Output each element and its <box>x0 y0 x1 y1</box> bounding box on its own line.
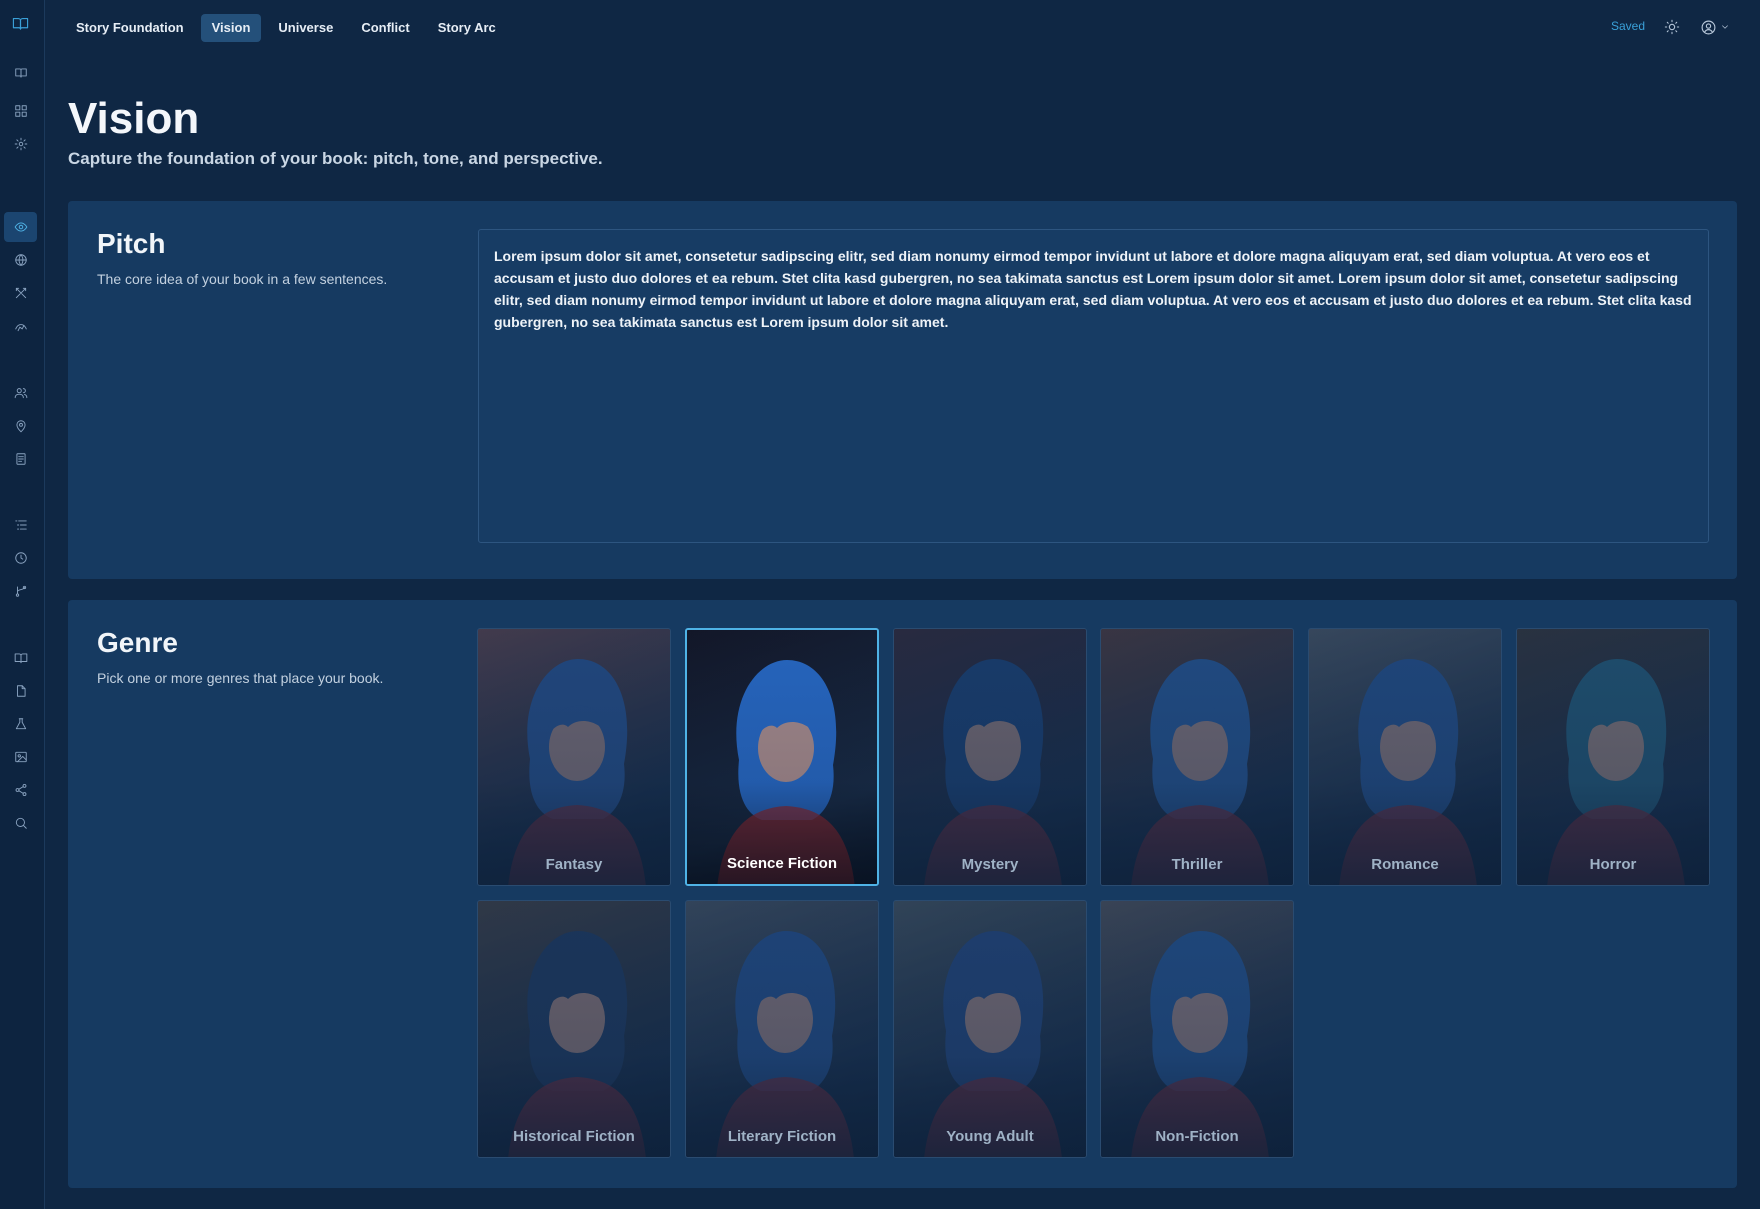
tab-vision[interactable]: Vision <box>200 14 262 42</box>
pitch-section: Pitch The core idea of your book in a fe… <box>68 201 1737 579</box>
genre-description: Pick one or more genres that place your … <box>97 670 384 686</box>
dashboard-icon[interactable] <box>4 96 37 126</box>
globe-icon[interactable] <box>4 245 37 275</box>
sun-icon[interactable] <box>1664 16 1680 38</box>
genre-label: Fantasy <box>545 856 603 873</box>
card-overlay <box>1309 629 1501 885</box>
genre-card-horror[interactable]: Horror <box>1516 628 1710 886</box>
genre-label: Non-Fiction <box>1155 1128 1239 1145</box>
genre-label: Mystery <box>961 856 1019 873</box>
top-bar: Story Foundation Vision Universe Conflic… <box>45 0 1760 54</box>
genre-label: Historical Fiction <box>513 1128 635 1145</box>
pitch-description: The core idea of your book in a few sent… <box>97 271 388 287</box>
tab-story-arc[interactable]: Story Arc <box>427 14 507 42</box>
genre-card-historical-fiction[interactable]: Historical Fiction <box>477 900 671 1158</box>
tab-bar: Story Foundation Vision Universe Conflic… <box>65 14 507 42</box>
genre-card-mystery[interactable]: Mystery <box>893 628 1087 886</box>
genre-section: Genre Pick one or more genres that place… <box>68 600 1737 1188</box>
card-overlay <box>686 901 878 1157</box>
user-menu-icon[interactable] <box>1700 16 1730 38</box>
card-overlay <box>478 629 670 885</box>
users-icon[interactable] <box>4 378 37 408</box>
sidebar <box>0 0 45 1209</box>
genre-label: Young Adult <box>946 1128 1034 1145</box>
card-overlay <box>687 630 877 884</box>
eye-icon[interactable] <box>4 212 37 242</box>
genre-label: Thriller <box>1171 856 1223 873</box>
genre-card-literary-fiction[interactable]: Literary Fiction <box>685 900 879 1158</box>
clock-icon[interactable] <box>4 543 37 573</box>
genre-card-fantasy[interactable]: Fantasy <box>477 628 671 886</box>
file-icon[interactable] <box>4 676 37 706</box>
genre-card-non-fiction[interactable]: Non-Fiction <box>1100 900 1294 1158</box>
genre-card-young-adult[interactable]: Young Adult <box>893 900 1087 1158</box>
card-overlay <box>478 901 670 1157</box>
pitch-textarea[interactable]: Lorem ipsum dolor sit amet, consetetur s… <box>478 229 1709 543</box>
tab-universe[interactable]: Universe <box>267 14 344 42</box>
genre-label: Literary Fiction <box>727 1128 837 1145</box>
pitch-title: Pitch <box>97 228 166 259</box>
genre-title: Genre <box>97 627 178 658</box>
genre-card-science-fiction[interactable]: Science Fiction <box>685 628 879 886</box>
notes-icon[interactable] <box>4 444 37 474</box>
flask-icon[interactable] <box>4 709 37 739</box>
image-icon[interactable] <box>4 742 37 772</box>
map-pin-icon[interactable] <box>4 411 37 441</box>
genre-label: Science Fiction <box>726 855 838 872</box>
genre-label: Horror <box>1589 856 1637 873</box>
page-title: Vision <box>68 94 200 143</box>
book-icon[interactable] <box>4 58 37 88</box>
card-overlay <box>1517 629 1709 885</box>
outline-icon[interactable] <box>4 510 37 540</box>
branch-icon[interactable] <box>4 576 37 606</box>
search-icon[interactable] <box>4 808 37 838</box>
genre-card-romance[interactable]: Romance <box>1308 628 1502 886</box>
page-subtitle: Capture the foundation of your book: pit… <box>68 149 603 168</box>
card-overlay <box>894 629 1086 885</box>
swords-icon[interactable] <box>4 278 37 308</box>
arc-icon[interactable] <box>4 311 37 341</box>
reader-icon[interactable] <box>4 643 37 673</box>
book-open-icon[interactable] <box>4 8 37 38</box>
gear-icon[interactable] <box>4 129 37 159</box>
tab-conflict[interactable]: Conflict <box>350 14 420 42</box>
card-overlay <box>1101 901 1293 1157</box>
share-icon[interactable] <box>4 775 37 805</box>
save-status: Saved <box>1610 19 1645 33</box>
tab-story-foundation[interactable]: Story Foundation <box>65 14 195 42</box>
card-overlay <box>1101 629 1293 885</box>
card-overlay <box>894 901 1086 1157</box>
genre-card-thriller[interactable]: Thriller <box>1100 628 1294 886</box>
chevron-down-icon <box>1722 25 1728 29</box>
genre-label: Romance <box>1371 856 1439 873</box>
